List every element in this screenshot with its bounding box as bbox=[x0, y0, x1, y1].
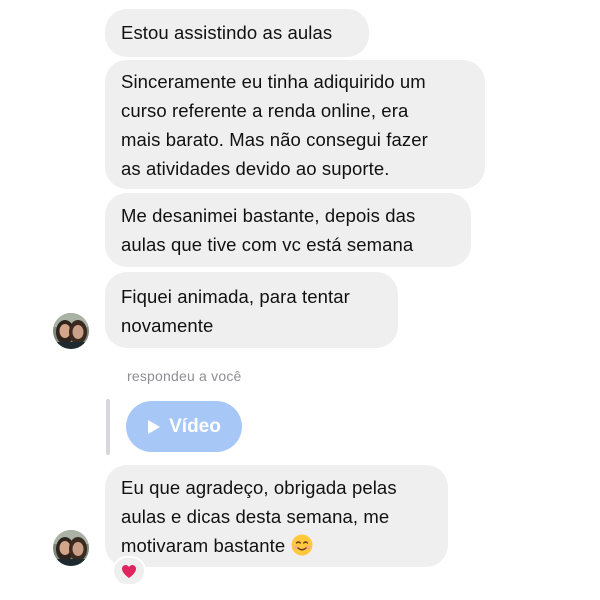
smiling-face-emoji bbox=[291, 534, 313, 564]
message-text: curso referente a renda online, era bbox=[121, 100, 409, 121]
message-text: Me desanimei bastante, depois das bbox=[121, 205, 416, 226]
message-text: as atividades devido ao suporte. bbox=[121, 158, 390, 179]
message-text: Eu que agradeço, obrigada pelas bbox=[121, 477, 397, 498]
message-text: aulas que tive com vc está semana bbox=[121, 234, 414, 255]
message-text: novamente bbox=[121, 315, 214, 336]
message-text: Estou assistindo as aulas bbox=[121, 22, 333, 43]
sender-avatar[interactable] bbox=[53, 313, 89, 349]
message-bubble[interactable]: Me desanimei bastante, depois das aulas … bbox=[105, 193, 471, 267]
heart-reaction[interactable] bbox=[112, 556, 146, 586]
video-label: Vídeo bbox=[169, 415, 221, 437]
video-attachment-button[interactable]: Vídeo bbox=[126, 401, 242, 452]
message-text: mais barato. Mas não consegui fazer bbox=[121, 129, 428, 150]
message-text: motivaram bastante bbox=[121, 535, 286, 556]
message-bubble[interactable]: Sinceramente eu tinha adiquirido um curs… bbox=[105, 60, 485, 189]
reply-indicator-text: respondeu a você bbox=[127, 368, 242, 384]
message-text: aulas e dicas desta semana, me bbox=[121, 506, 390, 527]
message-text: Sinceramente eu tinha adiquirido um bbox=[121, 71, 426, 92]
message-bubble[interactable]: Estou assistindo as aulas bbox=[105, 9, 369, 57]
sender-avatar[interactable] bbox=[53, 530, 89, 566]
message-bubble[interactable]: Fiquei animada, para tentar novamente bbox=[105, 272, 398, 348]
message-bubble[interactable]: Eu que agradeço, obrigada pelas aulas e … bbox=[105, 465, 448, 567]
message-text: Fiquei animada, para tentar bbox=[121, 286, 350, 307]
play-icon bbox=[147, 419, 161, 435]
red-heart-icon bbox=[122, 564, 136, 578]
reply-quote-bar bbox=[106, 399, 110, 455]
